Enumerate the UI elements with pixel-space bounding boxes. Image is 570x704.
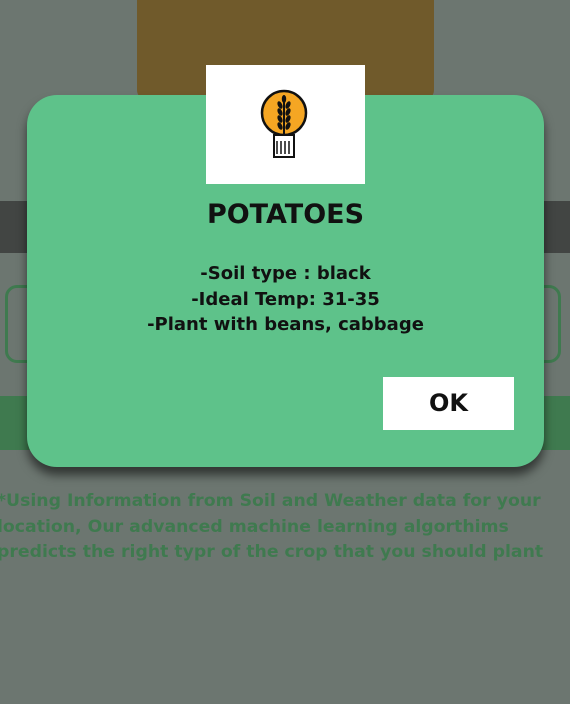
info-line: predicts the right typr of the crop that…: [0, 542, 544, 562]
detail-companion-plants: -Plant with beans, cabbage: [147, 314, 424, 335]
crop-title: POTATOES: [206, 199, 365, 230]
wheat-bulb-icon: [260, 89, 308, 158]
info-line: *Using Information from Soil and Weather…: [0, 491, 541, 511]
crop-details: -Soil type : black -Ideal Temp: 31-35 -P…: [27, 261, 544, 338]
app-logo: [206, 65, 365, 184]
detail-soil-type: -Soil type : black: [200, 263, 371, 284]
info-line: location, Our advanced machine learning …: [0, 516, 509, 537]
detail-ideal-temp: -Ideal Temp: 31-35: [191, 288, 380, 310]
info-text: *Using Information from Soil and Weather…: [0, 489, 570, 566]
ok-button[interactable]: OK: [383, 377, 514, 430]
